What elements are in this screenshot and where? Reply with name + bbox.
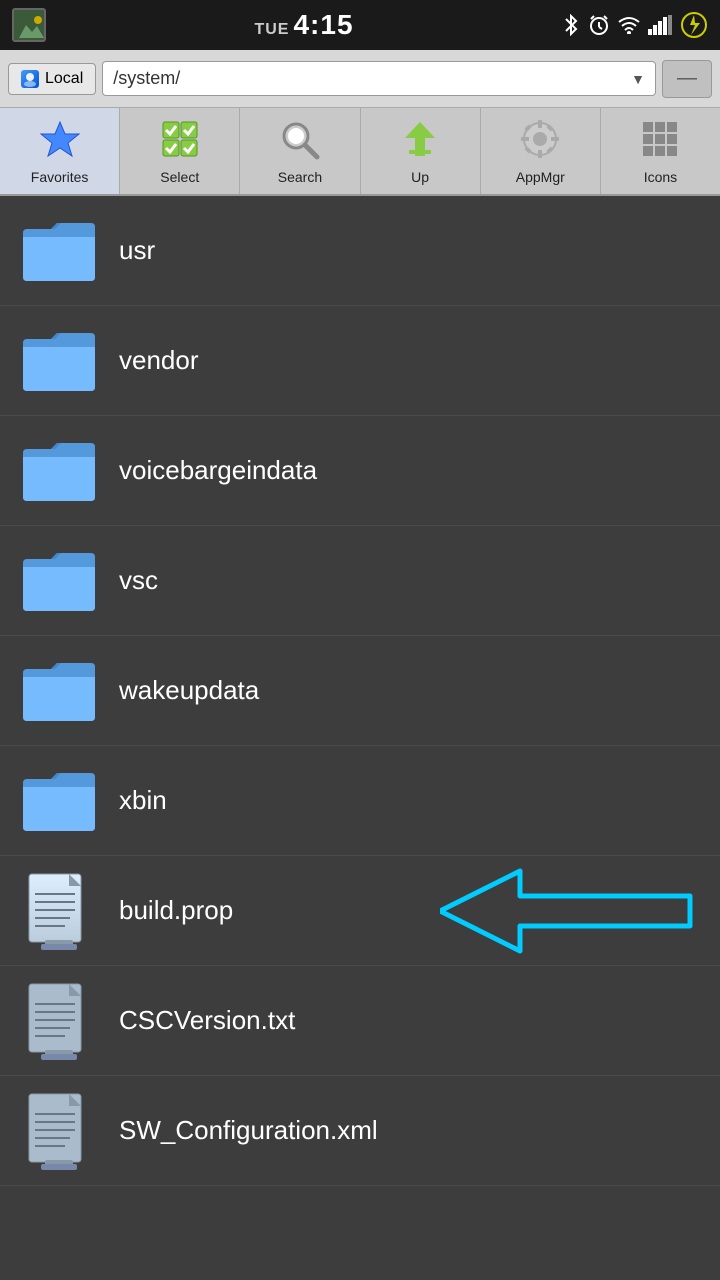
folder-icon (16, 758, 101, 843)
folder-icon (16, 208, 101, 293)
appmgr-label: AppMgr (516, 169, 565, 185)
path-field[interactable]: /system/ ▼ (102, 61, 656, 96)
toolbar-search[interactable]: Search (240, 108, 360, 194)
minimize-button[interactable]: — (662, 60, 712, 98)
up-icon (399, 118, 441, 165)
toolbar-select[interactable]: Select (120, 108, 240, 194)
battery-icon (680, 11, 708, 39)
file-doc-icon (16, 978, 101, 1063)
search-label: Search (278, 169, 322, 185)
search-icon (279, 118, 321, 165)
list-item[interactable]: SW_Configuration.xml (0, 1076, 720, 1186)
select-label: Select (160, 169, 199, 185)
file-name: vendor (119, 345, 199, 376)
file-name: CSCVersion.txt (119, 1005, 295, 1036)
list-item[interactable]: vendor (0, 306, 720, 416)
local-label: Local (45, 70, 83, 88)
toolbar: Favorites Select Search (0, 108, 720, 196)
file-name: SW_Configuration.xml (119, 1115, 378, 1146)
file-name: xbin (119, 785, 167, 816)
bluetooth-icon (562, 14, 580, 36)
icons-label: Icons (644, 169, 677, 185)
toolbar-favorites[interactable]: Favorites (0, 108, 120, 194)
icons-icon (639, 118, 681, 165)
file-name: build.prop (119, 895, 233, 926)
list-item[interactable]: usr (0, 196, 720, 306)
file-name: usr (119, 235, 155, 266)
list-item[interactable]: build.prop (0, 856, 720, 966)
file-list: usr vendor voicebargeindata (0, 196, 720, 1280)
file-name: voicebargeindata (119, 455, 317, 486)
gallery-icon (12, 8, 46, 42)
up-label: Up (411, 169, 429, 185)
arrow-annotation (440, 861, 700, 961)
list-item[interactable]: voicebargeindata (0, 416, 720, 526)
folder-icon (16, 428, 101, 513)
path-dropdown-arrow[interactable]: ▼ (631, 71, 645, 87)
status-bar-left (12, 8, 46, 42)
file-doc-icon (16, 1088, 101, 1173)
select-icon (159, 118, 201, 165)
list-item[interactable]: CSCVersion.txt (0, 966, 720, 1076)
folder-icon (16, 648, 101, 733)
file-doc-icon (16, 868, 101, 953)
folder-icon (16, 538, 101, 623)
wifi-icon (618, 16, 640, 34)
toolbar-appmgr[interactable]: AppMgr (481, 108, 601, 194)
file-name: vsc (119, 565, 158, 596)
favorites-label: Favorites (31, 169, 89, 185)
local-icon (21, 70, 39, 88)
path-text: /system/ (113, 68, 180, 89)
status-bar: TUE4:15 (0, 0, 720, 50)
favorites-icon (39, 118, 81, 165)
list-item[interactable]: xbin (0, 746, 720, 856)
list-item[interactable]: vsc (0, 526, 720, 636)
toolbar-icons[interactable]: Icons (601, 108, 720, 194)
signal-icon (648, 15, 672, 35)
address-bar: Local /system/ ▼ — (0, 50, 720, 108)
status-day: TUE (254, 21, 289, 38)
status-time: TUE4:15 (254, 9, 353, 41)
status-icons (562, 11, 708, 39)
local-button[interactable]: Local (8, 63, 96, 95)
appmgr-icon (519, 118, 561, 165)
file-name: wakeupdata (119, 675, 259, 706)
list-item[interactable]: wakeupdata (0, 636, 720, 746)
folder-icon (16, 318, 101, 403)
toolbar-up[interactable]: Up (361, 108, 481, 194)
alarm-icon (588, 14, 610, 36)
